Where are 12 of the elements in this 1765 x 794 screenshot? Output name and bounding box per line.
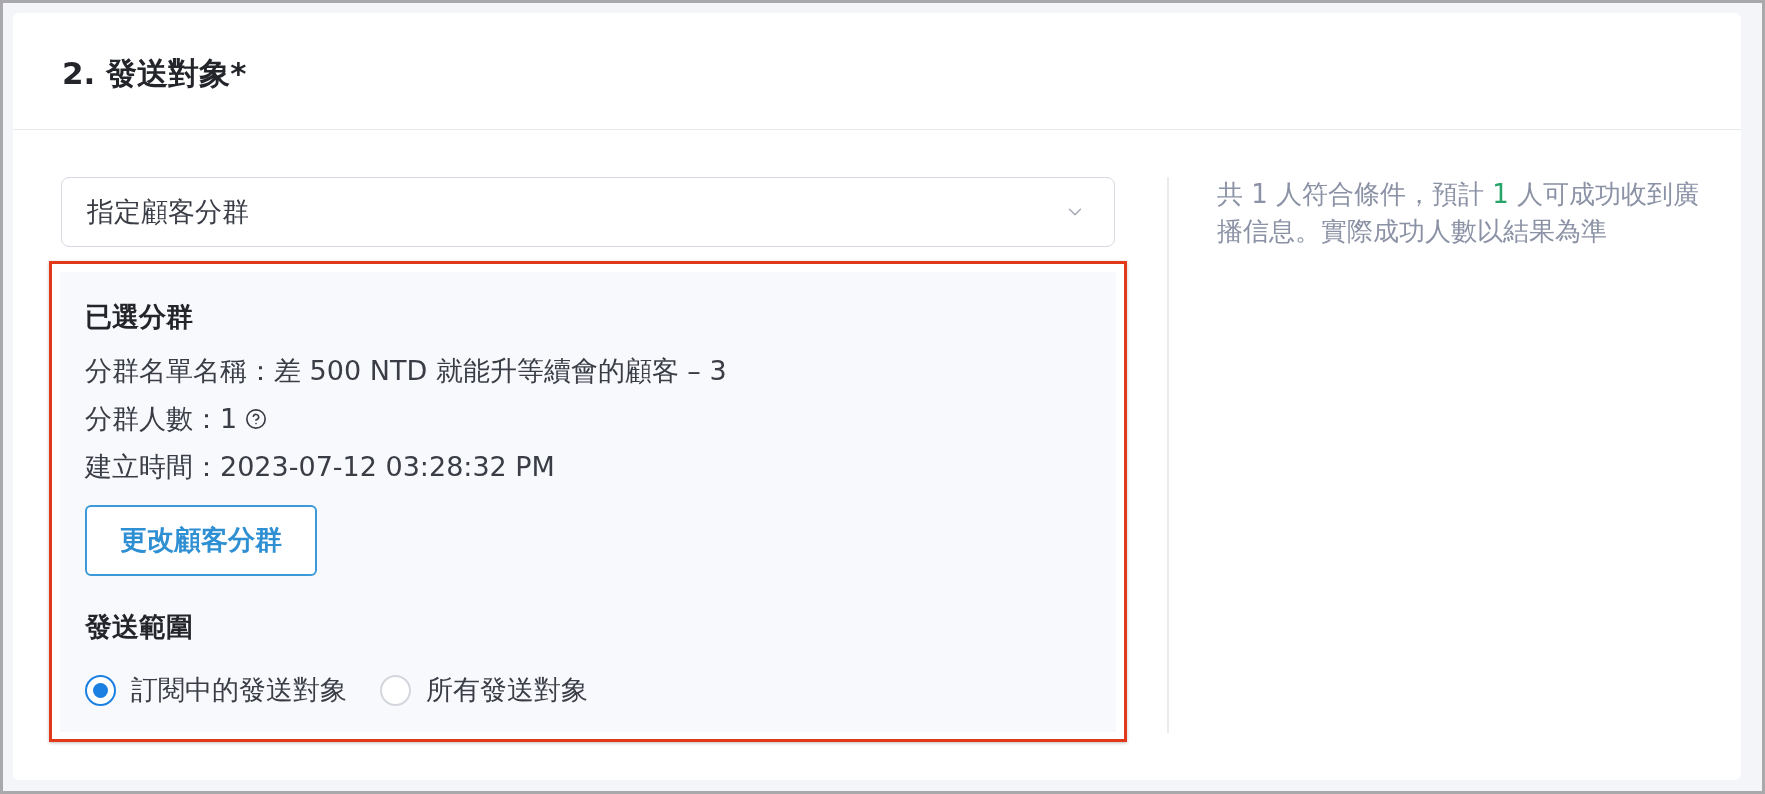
audience-select[interactable]: 指定顧客分群 <box>61 177 1115 247</box>
change-segment-button[interactable]: 更改顧客分群 <box>85 505 317 576</box>
segment-heading: 已選分群 <box>85 300 193 334</box>
segment-detail-text: 分群名單名稱：差 500 NTD 就能升等續會的顧客 – 3 <box>85 354 727 388</box>
segment-detail-text: 分群人數：1 <box>85 402 238 436</box>
radio-option[interactable]: 訂閱中的發送對象 <box>85 670 347 710</box>
section-title: 2. 發送對象* <box>62 54 247 93</box>
summary-text: 共 1 人符合條件，預計 1 人可成功收到廣播信息。實際成功人數以結果為準 <box>1217 178 1701 248</box>
segment-detail-text: 建立時間：2023-07-12 03:28:32 PM <box>85 450 555 484</box>
radio-option[interactable]: 所有發送對象 <box>380 670 588 710</box>
help-icon[interactable] <box>245 408 268 430</box>
scope-heading: 發送範圍 <box>85 610 193 644</box>
